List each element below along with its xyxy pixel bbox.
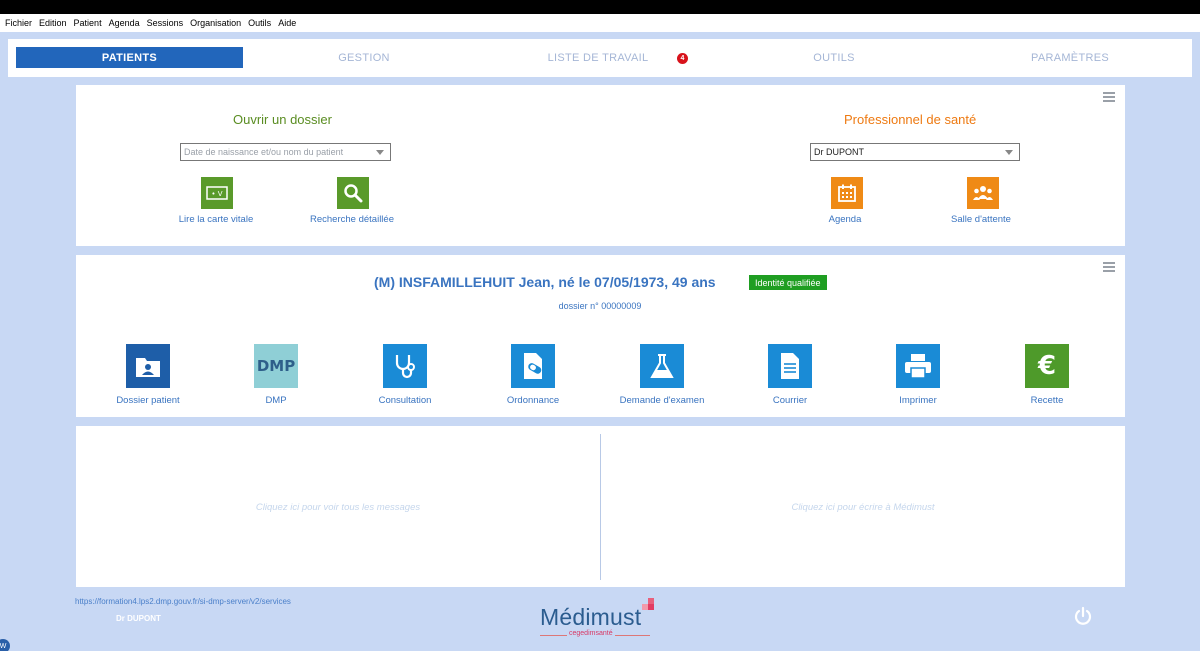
letter-button[interactable] xyxy=(768,344,812,388)
main-tabs: PATIENTS GESTION LISTE DE TRAVAIL 4 OUTI… xyxy=(8,39,1192,77)
view-messages-area[interactable]: Cliquez ici pour voir tous les messages xyxy=(76,426,600,587)
patient-search-placeholder: Date de naissance et/ou nom du patient xyxy=(184,147,344,157)
waiting-room-label[interactable]: Salle d'attente xyxy=(951,214,1011,225)
write-medimust-text: Cliquez ici pour écrire à Médimust xyxy=(791,502,935,513)
menu-aide[interactable]: Aide xyxy=(278,18,296,28)
identity-qualified-badge: Identité qualifiée xyxy=(749,275,827,290)
calendar-icon xyxy=(838,184,856,202)
vitale-card-icon: • V xyxy=(206,186,228,200)
menu-patient[interactable]: Patient xyxy=(74,18,102,28)
detailed-search-button[interactable] xyxy=(337,177,369,209)
tab-patients[interactable]: PATIENTS xyxy=(16,47,243,68)
view-messages-text: Cliquez ici pour voir tous les messages xyxy=(255,502,421,513)
panel-menu-icon[interactable] xyxy=(1103,92,1115,102)
flask-icon xyxy=(650,354,674,378)
patient-header: (M) INSFAMILLEHUIT Jean, né le 07/05/197… xyxy=(374,274,716,290)
tab-outils[interactable]: OUTILS xyxy=(724,47,944,68)
patient-folder-label[interactable]: Dossier patient xyxy=(116,395,179,406)
patient-panel: (M) INSFAMILLEHUIT Jean, né le 07/05/197… xyxy=(76,255,1125,417)
menu-edition[interactable]: Edition xyxy=(39,18,67,28)
cegedim-logo: cegedimsanté xyxy=(567,630,615,637)
panel-menu-icon[interactable] xyxy=(1103,262,1115,272)
document-icon xyxy=(781,353,799,379)
window-title-bar xyxy=(0,0,1200,14)
svg-text:• V: • V xyxy=(211,190,222,198)
menu-fichier[interactable]: Fichier xyxy=(5,18,32,28)
read-vitale-card-button[interactable]: • V xyxy=(201,177,233,209)
menu-organisation[interactable]: Organisation xyxy=(190,18,241,28)
dmp-label[interactable]: DMP xyxy=(265,395,286,406)
current-user: Dr DUPONT xyxy=(116,614,161,623)
patient-folder-button[interactable] xyxy=(126,344,170,388)
consultation-label[interactable]: Consultation xyxy=(379,395,432,406)
menu-agenda[interactable]: Agenda xyxy=(109,18,140,28)
print-label[interactable]: Imprimer xyxy=(899,395,936,406)
read-vitale-card-label[interactable]: Lire la carte vitale xyxy=(179,214,253,225)
patient-folder-icon xyxy=(136,358,160,377)
stethoscope-icon xyxy=(395,355,415,379)
tab-parametres[interactable]: PARAMÈTRES xyxy=(958,47,1182,68)
professional-title: Professionnel de santé xyxy=(844,112,977,127)
printer-icon xyxy=(905,354,931,379)
patient-search-combo[interactable]: Date de naissance et/ou nom du patient xyxy=(180,143,391,161)
power-button[interactable] xyxy=(1073,606,1093,626)
letter-label[interactable]: Courrier xyxy=(773,395,807,406)
menu-outils[interactable]: Outils xyxy=(248,18,271,28)
consultation-button[interactable] xyxy=(383,344,427,388)
receipt-button[interactable]: € xyxy=(1025,344,1069,388)
prescription-label[interactable]: Ordonnance xyxy=(507,395,559,406)
logo-cross-icon xyxy=(642,598,660,616)
chevron-down-icon[interactable] xyxy=(1005,150,1013,155)
agenda-button[interactable] xyxy=(831,177,863,209)
professional-select[interactable]: Dr DUPONT xyxy=(810,143,1020,161)
server-url: https://formation4.lps2.dmp.gouv.fr/si-d… xyxy=(75,597,291,606)
chevron-down-icon[interactable] xyxy=(376,150,384,155)
search-icon xyxy=(344,184,363,203)
waiting-room-icon xyxy=(973,186,993,200)
write-medimust-area[interactable]: Cliquez ici pour écrire à Médimust xyxy=(601,426,1125,587)
dossier-number: dossier n° 00000009 xyxy=(558,301,642,311)
print-button[interactable] xyxy=(896,344,940,388)
tab-liste-de-travail[interactable]: LISTE DE TRAVAIL xyxy=(488,47,708,68)
medimust-logo: Médimust xyxy=(540,604,642,630)
detailed-search-label[interactable]: Recherche détaillée xyxy=(310,214,394,225)
menu-sessions[interactable]: Sessions xyxy=(147,18,184,28)
agenda-label[interactable]: Agenda xyxy=(829,214,862,225)
corner-logo-icon: W xyxy=(0,639,10,651)
open-file-title: Ouvrir un dossier xyxy=(233,112,332,127)
power-icon xyxy=(1074,606,1092,625)
dmp-icon: DMP xyxy=(256,357,296,375)
dmp-button[interactable]: DMP xyxy=(254,344,298,388)
worklist-count-badge: 4 xyxy=(677,53,688,64)
menu-bar: Fichier Edition Patient Agenda Sessions … xyxy=(0,14,1200,32)
professional-selected-value: Dr DUPONT xyxy=(814,147,864,157)
open-file-panel: Ouvrir un dossier Date de naissance et/o… xyxy=(76,85,1125,246)
receipt-label[interactable]: Recette xyxy=(1031,395,1064,406)
tab-gestion[interactable]: GESTION xyxy=(256,47,472,68)
messages-panel: Cliquez ici pour voir tous les messages … xyxy=(76,426,1125,587)
prescription-button[interactable] xyxy=(511,344,555,388)
euro-icon: € xyxy=(1037,351,1057,381)
exam-request-label[interactable]: Demande d'examen xyxy=(620,395,705,406)
exam-request-button[interactable] xyxy=(640,344,684,388)
prescription-icon xyxy=(524,353,542,379)
waiting-room-button[interactable] xyxy=(967,177,999,209)
